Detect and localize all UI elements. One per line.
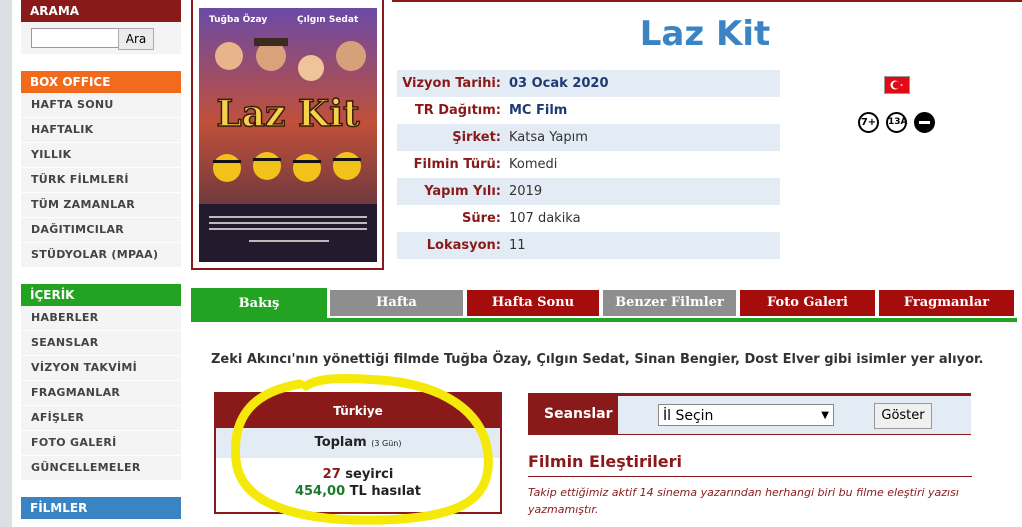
- showtimes-controls: İl Seçin ▼ Göster: [618, 396, 971, 434]
- critics-text: Takip ettiğimiz aktif 14 sinema yazarınd…: [528, 486, 959, 516]
- critics-divider: [528, 476, 972, 477]
- showtimes-box: Seanslar İl Seçin ▼ Göster: [528, 393, 971, 435]
- city-select[interactable]: İl Seçin ▼: [658, 404, 834, 426]
- city-select-value: İl Seçin: [663, 408, 714, 424]
- show-button[interactable]: Göster: [874, 403, 932, 429]
- chevron-down-icon: ▼: [821, 410, 829, 421]
- critics-title: Filmin Eleştirileri: [528, 452, 683, 471]
- highlight-annotation: [230, 373, 493, 525]
- showtimes-label: Seanslar: [544, 406, 613, 422]
